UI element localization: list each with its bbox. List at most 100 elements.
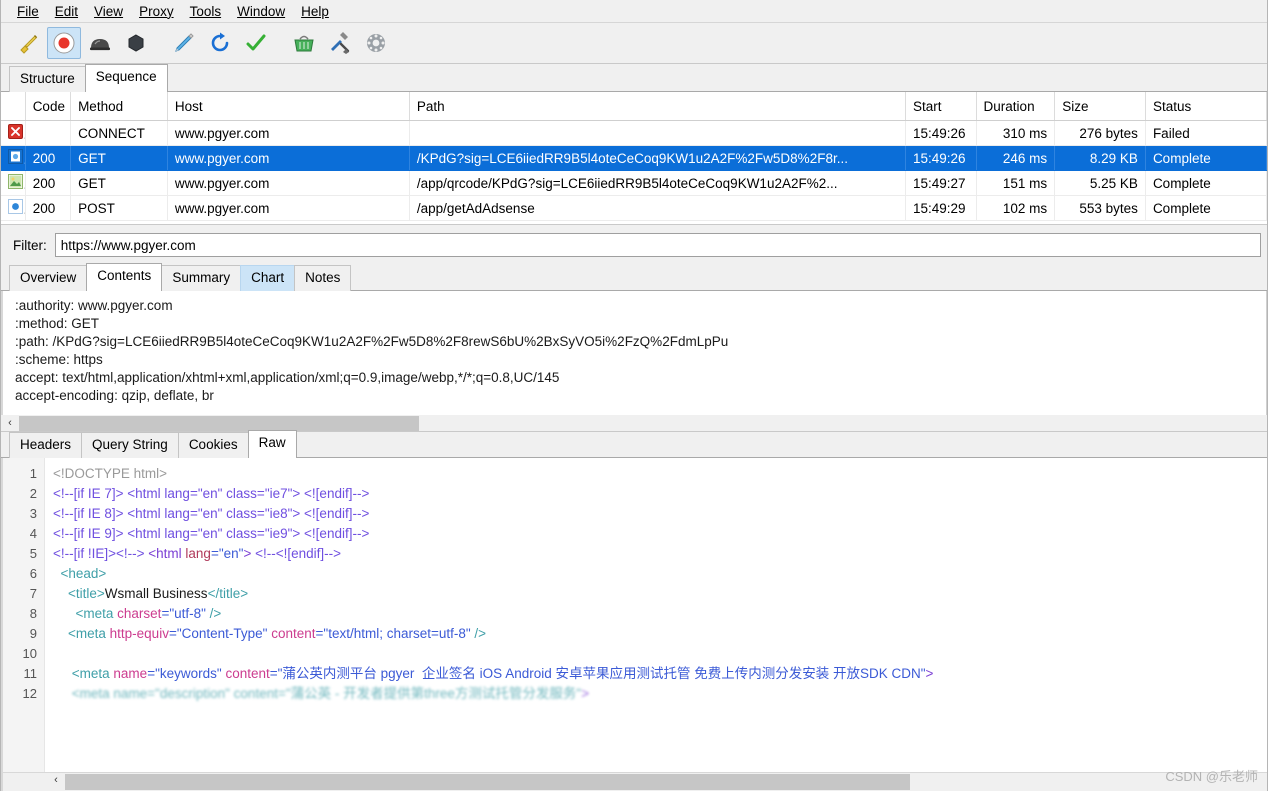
code-token-tag: <meta <box>53 606 118 621</box>
table-header-row: Code Method Host Path Start Duration Siz… <box>1 92 1267 121</box>
session-table[interactable]: Code Method Host Path Start Duration Siz… <box>1 92 1267 225</box>
code-line: <!--[if IE 9]> <html lang="en" class="ie… <box>45 524 1267 544</box>
line-number: 5 <box>29 546 37 561</box>
breakpoints-icon[interactable] <box>119 27 153 59</box>
tab-raw[interactable]: Raw <box>247 430 297 458</box>
code-scroll-left-icon[interactable]: ‹ <box>47 774 65 786</box>
header-line-accept-encoding: accept-encoding: qzip, deflate, br <box>15 388 214 403</box>
line-number: 6 <box>29 566 37 581</box>
gear-icon[interactable] <box>359 27 393 59</box>
code-token-val: ="text/html; charset=utf-8" <box>315 626 471 641</box>
column-header-method[interactable]: Method <box>70 92 168 121</box>
cell-method: GET <box>70 145 168 171</box>
toolbar <box>1 23 1267 64</box>
menu-item-window[interactable]: Window <box>229 2 293 21</box>
table-row[interactable]: 200 GET www.pgyer.com /app/qrcode/KPdG?s… <box>1 170 1267 196</box>
throttle-icon[interactable] <box>83 27 117 59</box>
tab-chart[interactable]: Chart <box>240 265 296 291</box>
tab-overview[interactable]: Overview <box>9 265 88 291</box>
request-headers-pane[interactable]: :authority: www.pgyer.com :method: GET :… <box>1 291 1267 415</box>
header-line-path: :path: /KPdG?sig=LCE6iiedRR9B5l4oteCeCoq… <box>15 334 729 349</box>
tab-query-string[interactable]: Query String <box>81 432 179 458</box>
code-token-tag: /> <box>205 606 222 621</box>
code-content[interactable]: <!DOCTYPE html> <!--[if IE 7]> <html lang… <box>45 458 1267 791</box>
code-token-val: ="keywords" <box>147 666 222 681</box>
code-horizontal-scrollbar[interactable]: ‹ <box>3 772 1267 791</box>
cell-code <box>25 120 72 146</box>
tab-headers[interactable]: Headers <box>9 432 83 458</box>
code-line: <!--[if IE 7]> <html lang="en" class="ie… <box>45 484 1267 504</box>
headers-horizontal-scrollbar[interactable]: ‹ <box>1 415 1267 432</box>
code-line: <meta name="description" content="蒲公英 - … <box>45 684 1267 704</box>
image-icon <box>1 170 26 196</box>
column-header-size[interactable]: Size <box>1054 92 1146 121</box>
cell-duration: 102 ms <box>976 195 1056 221</box>
cell-status: Complete <box>1145 195 1267 221</box>
code-token-attr: charset <box>117 606 162 621</box>
record-icon[interactable] <box>47 27 81 59</box>
menu-item-tools[interactable]: Tools <box>182 2 230 21</box>
header-line-accept: accept: text/html,application/xhtml+xml,… <box>15 370 560 385</box>
column-header-code[interactable]: Code <box>25 92 72 121</box>
menu-label-edit: Edit <box>54 3 79 19</box>
code-token-attr: content <box>267 626 316 641</box>
code-token-text: Wsmall Business <box>104 586 208 601</box>
clear-session-icon[interactable] <box>11 27 45 59</box>
cell-method: POST <box>70 195 168 221</box>
cell-code: 200 <box>25 145 72 171</box>
filter-input[interactable]: https://www.pgyer.com <box>54 233 1261 257</box>
tab-sequence[interactable]: Sequence <box>84 64 168 92</box>
table-row[interactable]: 200 GET www.pgyer.com /KPdG?sig=LCE6iied… <box>1 145 1267 171</box>
raw-body-viewer[interactable]: 1 2 3 4 5 6 7 8 9 10 11 12 <!DOCTYPE html> <!--[if I… <box>1 458 1267 791</box>
cell-start: 15:49:29 <box>905 195 977 221</box>
tab-contents[interactable]: Contents <box>86 263 163 291</box>
column-header-host[interactable]: Host <box>167 92 410 121</box>
menu-label-view: View <box>94 3 124 19</box>
column-header-status[interactable]: Status <box>1145 92 1267 121</box>
code-line: <!DOCTYPE html> <box>45 464 1267 484</box>
tab-notes[interactable]: Notes <box>294 265 352 291</box>
menu-item-file[interactable]: File <box>9 2 47 21</box>
repeat-icon[interactable] <box>203 27 237 59</box>
compose-icon[interactable] <box>167 27 201 59</box>
filter-bar: Filter: https://www.pgyer.com <box>1 225 1267 265</box>
cell-duration: 246 ms <box>976 145 1056 171</box>
table-row[interactable]: 200 POST www.pgyer.com /app/getAdAdsense… <box>1 195 1267 221</box>
header-line-method: :method: GET <box>15 316 100 331</box>
tab-summary[interactable]: Summary <box>161 265 242 291</box>
menu-item-help[interactable]: Help <box>293 2 337 21</box>
tab-cookies-label: Cookies <box>188 437 238 452</box>
code-token-cond: <!--[if !IE]><!--> <box>53 546 149 561</box>
column-header-icon[interactable] <box>1 92 26 121</box>
code-line: <meta http-equiv="Content-Type" content=… <box>45 624 1267 644</box>
scrollbar-thumb[interactable] <box>19 415 419 431</box>
cell-path: /KPdG?sig=LCE6iiedRR9B5l4oteCeCoq9KW1u2A… <box>409 145 906 171</box>
column-header-duration[interactable]: Duration <box>976 92 1056 121</box>
cell-size: 553 bytes <box>1054 195 1146 221</box>
menu-label-file: File <box>17 3 39 19</box>
tab-cookies[interactable]: Cookies <box>177 432 249 458</box>
code-token-tag: <meta <box>53 666 114 681</box>
tab-structure[interactable]: Structure <box>9 66 86 92</box>
code-token-tagv: > <box>925 666 934 681</box>
column-header-path[interactable]: Path <box>409 92 906 121</box>
table-row[interactable]: CONNECT www.pgyer.com 15:49:26 310 ms 27… <box>1 120 1267 146</box>
validate-icon[interactable] <box>239 27 273 59</box>
column-header-start[interactable]: Start <box>905 92 977 121</box>
tools-basket-icon[interactable] <box>287 27 321 59</box>
menu-item-edit[interactable]: Edit <box>47 2 86 21</box>
tab-chart-label: Chart <box>251 270 285 285</box>
menu-item-proxy[interactable]: Proxy <box>131 2 182 21</box>
cell-status: Complete <box>1145 170 1267 196</box>
line-number: 12 <box>22 686 37 701</box>
code-token-val: ="蒲公英内测平台 pgyer 企业签名 iOS Android 安卓苹果应用测… <box>269 666 926 681</box>
code-line: <meta name="keywords" content="蒲公英内测平台 p… <box>45 664 1267 684</box>
settings-wrench-icon[interactable] <box>323 27 357 59</box>
scrollbar-track[interactable] <box>19 415 1267 431</box>
code-scrollbar-thumb[interactable] <box>65 774 910 790</box>
line-number: 1 <box>29 466 37 481</box>
cell-host: www.pgyer.com <box>167 170 410 196</box>
menu-item-view[interactable]: View <box>86 2 131 21</box>
scroll-left-icon[interactable]: ‹ <box>1 417 19 429</box>
cell-host: www.pgyer.com <box>167 120 410 146</box>
